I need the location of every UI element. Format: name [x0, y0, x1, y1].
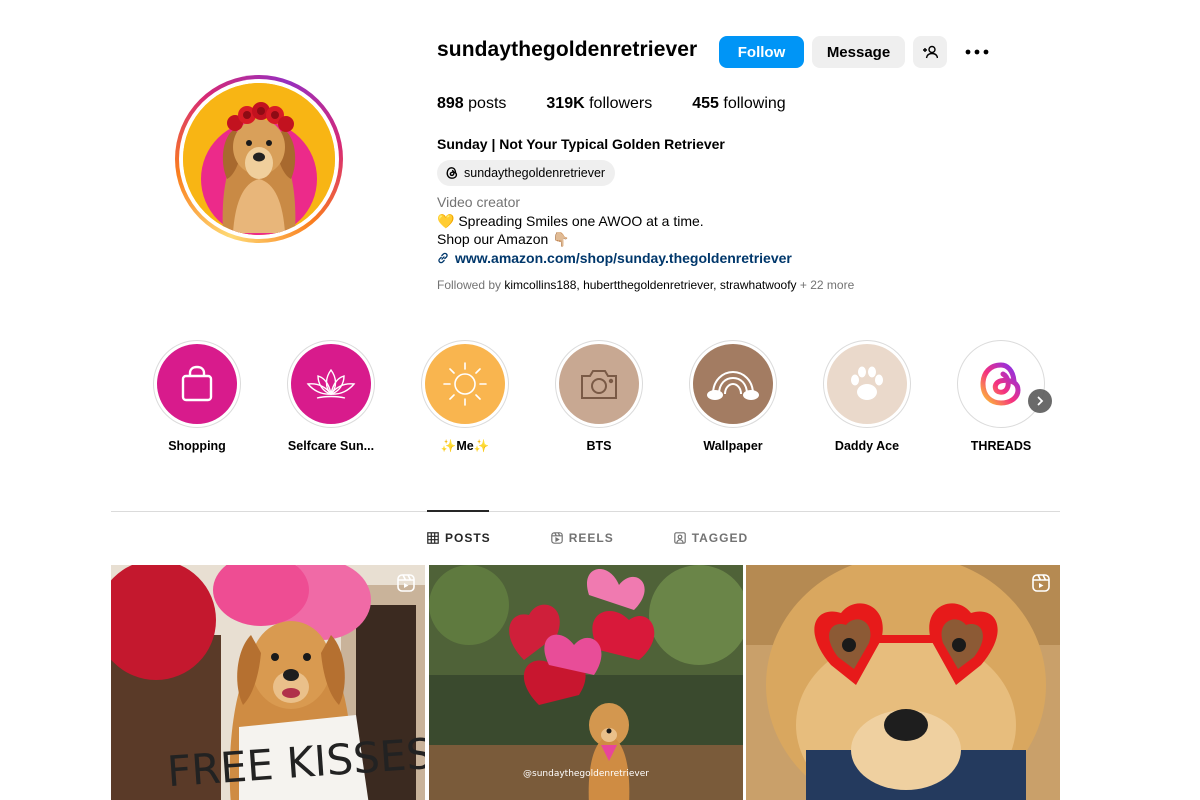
followed-by-name[interactable]: strawhatwoofy	[720, 278, 797, 292]
highlight-label: Selfcare Sun...	[287, 439, 375, 453]
grid-icon	[427, 532, 439, 544]
tab-label: POSTS	[445, 531, 491, 545]
posts-count-label: posts	[468, 95, 507, 112]
tab-tagged[interactable]: TAGGED	[673, 531, 749, 545]
tab-label: REELS	[568, 531, 614, 545]
highlight-cover	[827, 344, 907, 424]
highlight-label: ✨Me✨	[440, 439, 490, 453]
reel-badge-icon	[397, 574, 415, 592]
active-tab-indicator	[427, 510, 489, 512]
avatar-image	[183, 83, 335, 235]
bio-link-text: www.amazon.com/shop/sunday.thegoldenretr…	[455, 249, 792, 266]
highlight-label: BTS	[586, 439, 612, 453]
highlight-ring	[153, 340, 241, 428]
threads-profile-link[interactable]: sundaythegoldenretriever	[437, 160, 616, 186]
add-person-icon	[923, 45, 938, 59]
highlight-shopping[interactable]: Shopping	[130, 340, 264, 454]
highlight-label: Wallpaper	[703, 439, 763, 453]
highlights-next-button[interactable]	[1028, 389, 1052, 413]
highlight-cover	[559, 344, 639, 424]
post-watermark: @sundaythegoldenretriever	[523, 769, 649, 779]
reel-badge-icon	[1032, 574, 1050, 592]
suggested-users-button[interactable]	[913, 36, 947, 68]
tagged-icon	[673, 532, 686, 544]
highlight-ring	[421, 340, 509, 428]
highlight-cover	[961, 344, 1041, 424]
tabs-divider	[111, 511, 1060, 512]
shopping-bag-icon	[181, 365, 213, 402]
story-highlights: Shopping Selfcare Sun... ✨Me✨ BTS Wallpa…	[130, 340, 1068, 454]
highlight-cover	[693, 344, 773, 424]
tab-reels[interactable]: REELS	[550, 531, 614, 545]
camera-icon	[581, 370, 617, 399]
following-count-value: 455	[692, 95, 719, 112]
profile-bio: Video creator 💛 Spreading Smiles one AWO…	[437, 193, 792, 267]
more-dots-icon	[965, 49, 989, 55]
highlight-label: Daddy Ace	[834, 439, 900, 453]
avatar-gap	[179, 79, 339, 239]
followers-count-label: followers	[589, 95, 653, 112]
highlight-cover	[425, 344, 505, 424]
highlight-label: Shopping	[168, 439, 226, 453]
followers-count-value: 319K	[546, 95, 585, 112]
post-thumbnail[interactable]: FREE KISSES	[111, 565, 425, 800]
profile-full-name: Sunday | Not Your Typical Golden Retriev…	[437, 136, 725, 152]
highlight-ring	[287, 340, 375, 428]
message-button[interactable]: Message	[812, 36, 905, 68]
profile-username: sundaythegoldenretriever	[437, 38, 698, 61]
followed-by-name[interactable]: kimcollins188	[504, 278, 576, 292]
highlight-ring	[689, 340, 777, 428]
highlight-bts[interactable]: BTS	[532, 340, 666, 454]
followers-link[interactable]: 319K followers	[546, 95, 652, 113]
followed-by[interactable]: Followed by kimcollins188, hubertthegold…	[437, 278, 854, 292]
threads-handle: sundaythegoldenretriever	[464, 166, 606, 180]
tab-label: TAGGED	[691, 531, 749, 545]
more-options-button[interactable]	[962, 40, 992, 64]
following-link[interactable]: 455 following	[692, 95, 785, 113]
highlight-label: THREADS	[970, 439, 1032, 453]
avatar	[183, 83, 335, 235]
profile-tabs: POSTS REELS TAGGED	[427, 531, 808, 545]
highlight-ring	[823, 340, 911, 428]
post-image	[746, 565, 1060, 800]
bio-external-link[interactable]: www.amazon.com/shop/sunday.thegoldenretr…	[437, 249, 792, 268]
followed-by-prefix: Followed by	[437, 278, 505, 292]
highlight-daddy-ace[interactable]: Daddy Ace	[800, 340, 934, 454]
highlight-selfcare[interactable]: Selfcare Sun...	[264, 340, 398, 454]
profile-stats: 898 posts 319K followers 455 following	[437, 95, 826, 113]
post-thumbnail[interactable]: @sundaythegoldenretriever	[429, 565, 743, 800]
post-thumbnail[interactable]	[746, 565, 1060, 800]
rainbow-icon	[707, 370, 759, 400]
highlight-wallpaper[interactable]: Wallpaper	[666, 340, 800, 454]
chevron-right-icon	[1037, 396, 1044, 406]
link-icon	[438, 252, 448, 263]
highlight-ring	[957, 340, 1045, 428]
highlight-cover	[291, 344, 371, 424]
bio-line: 💛 Spreading Smiles one AWOO at a time.	[437, 212, 704, 229]
posts-count: 898 posts	[437, 95, 506, 113]
highlight-ring	[555, 340, 643, 428]
posts-count-value: 898	[437, 95, 464, 112]
threads-logo-icon	[980, 362, 1021, 406]
lotus-icon	[306, 368, 356, 399]
post-image: FREE KISSES	[111, 565, 425, 800]
highlight-cover	[157, 344, 237, 424]
profile-category: Video creator	[437, 194, 521, 210]
profile-avatar-ring[interactable]	[175, 75, 343, 243]
post-image: @sundaythegoldenretriever	[429, 565, 743, 800]
reels-icon	[550, 532, 563, 544]
sun-icon	[443, 362, 487, 406]
following-count-label: following	[723, 95, 786, 112]
paw-icon	[851, 366, 883, 400]
followed-by-more[interactable]: + 22 more	[797, 278, 854, 292]
follow-button[interactable]: Follow	[719, 36, 804, 68]
tab-posts[interactable]: POSTS	[427, 531, 491, 545]
highlight-me[interactable]: ✨Me✨	[398, 340, 532, 454]
threads-icon	[446, 167, 458, 179]
bio-line: Shop our Amazon 👇🏼	[437, 231, 570, 247]
followed-by-name[interactable]: hubertthegoldenretriever	[583, 278, 713, 292]
